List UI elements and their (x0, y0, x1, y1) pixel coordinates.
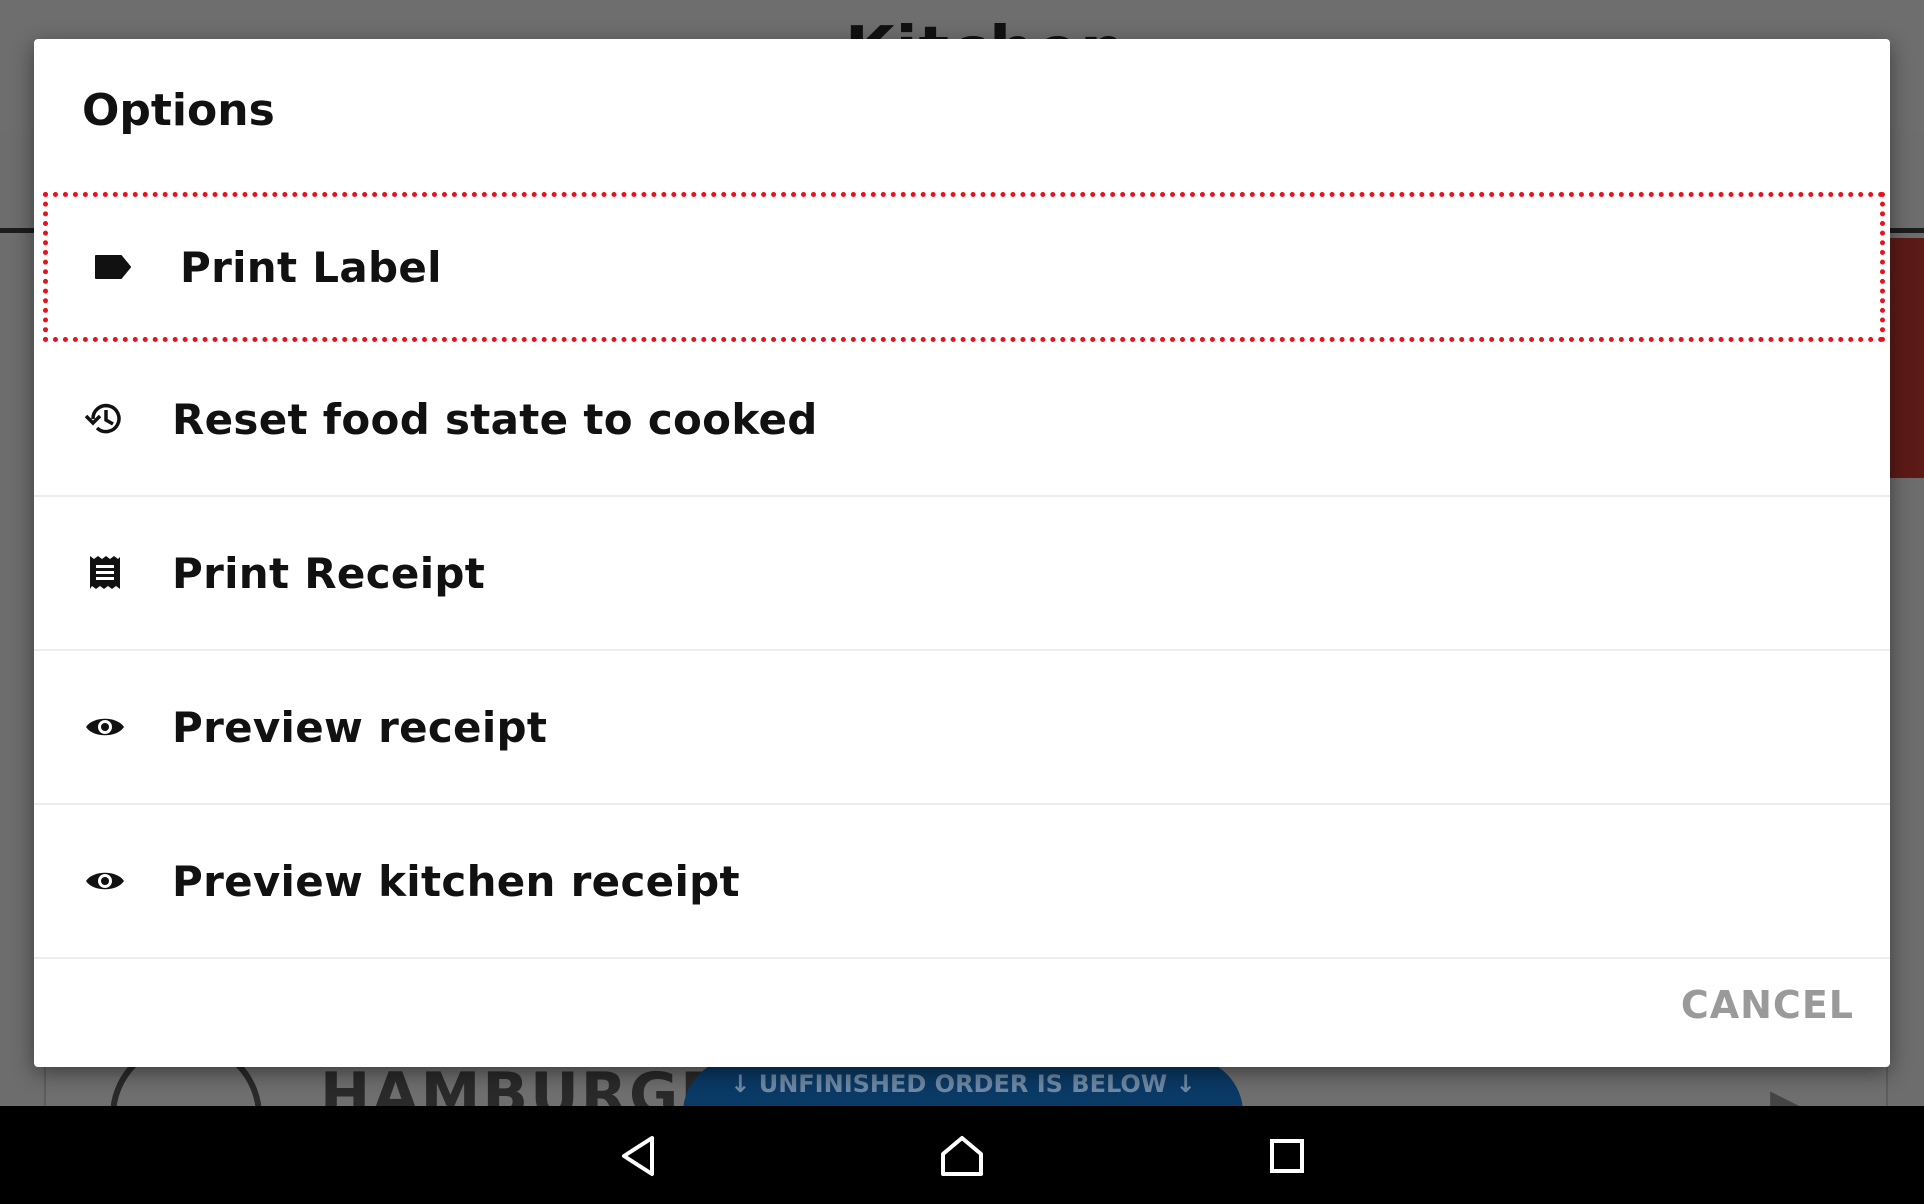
cancel-button[interactable]: CANCEL (1681, 983, 1854, 1027)
menu-item-print-label[interactable]: Print Label (42, 191, 1886, 343)
options-menu: Print Label Reset food state to cooked P… (34, 191, 1890, 959)
recents-icon[interactable] (1261, 1130, 1313, 1182)
unfinished-order-text: ↓ UNFINISHED ORDER IS BELOW ↓ (730, 1070, 1196, 1098)
menu-item-reset-food-state[interactable]: Reset food state to cooked (34, 343, 1890, 497)
back-icon[interactable] (612, 1130, 664, 1182)
options-dialog: Options Print Label Reset food state to … (34, 39, 1890, 1067)
background-status-bar (1890, 238, 1924, 478)
history-icon (82, 396, 128, 442)
label-icon (90, 244, 136, 290)
menu-item-label: Print Label (180, 242, 442, 292)
menu-item-label: Reset food state to cooked (172, 394, 818, 444)
menu-item-preview-receipt[interactable]: Preview receipt (34, 651, 1890, 805)
eye-icon (82, 704, 128, 750)
menu-item-label: Preview kitchen receipt (172, 856, 740, 906)
menu-item-print-receipt[interactable]: Print Receipt (34, 497, 1890, 651)
home-icon[interactable] (936, 1130, 988, 1182)
menu-item-label: Preview receipt (172, 702, 548, 752)
system-nav-bar (0, 1106, 1924, 1204)
receipt-icon (82, 550, 128, 596)
menu-item-label: Print Receipt (172, 548, 486, 598)
menu-item-preview-kitchen-receipt[interactable]: Preview kitchen receipt (34, 805, 1890, 959)
app-screen: Kitchen HAMBURGER ▶ ↓ UNFINISHED ORDER I… (0, 0, 1924, 1204)
eye-icon (82, 858, 128, 904)
dialog-title: Options (82, 85, 275, 136)
